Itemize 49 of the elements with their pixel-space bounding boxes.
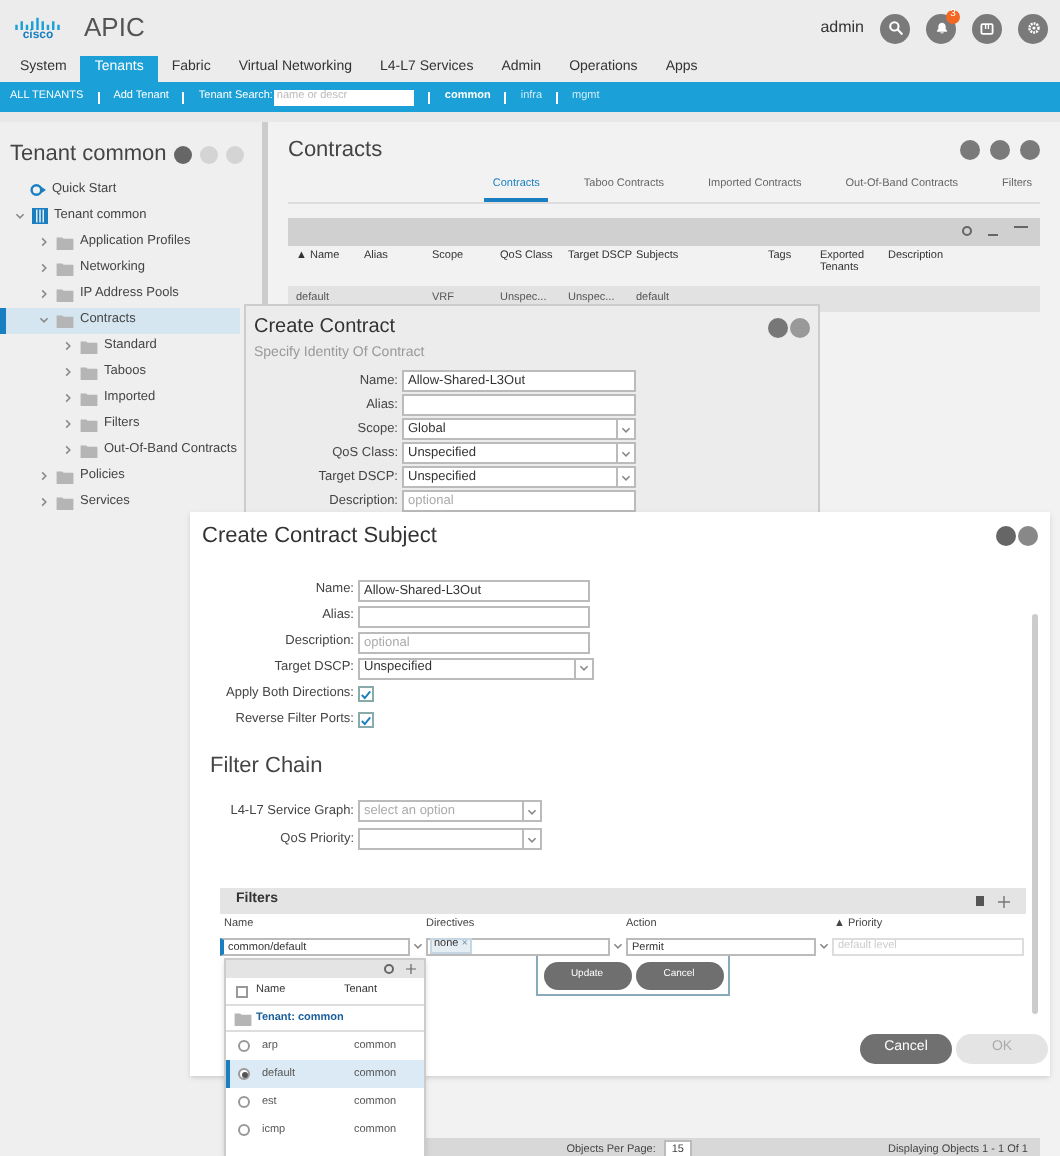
checkbox[interactable]: [358, 686, 374, 702]
folder-icon: [234, 1011, 252, 1025]
dialog-title: Create Contract: [254, 314, 398, 342]
section-title: Filter Chain: [210, 751, 325, 781]
page-title: Contracts: [288, 136, 385, 166]
text-field[interactable]: [358, 605, 590, 627]
chevron-down-icon: [38, 314, 50, 326]
search-icon: [887, 20, 903, 36]
settings-button[interactable]: [1018, 13, 1048, 43]
dialog-title: Create Contract Subject: [202, 522, 439, 552]
chevron-right-icon: [38, 262, 50, 274]
chevron-right-icon: [62, 392, 74, 404]
chevron-right-icon: [62, 418, 74, 430]
chevron-right-icon: [38, 288, 50, 300]
chevron-down-icon: [14, 210, 26, 222]
search-button[interactable]: [880, 13, 910, 43]
chevron-right-icon: [62, 366, 74, 378]
radio-button[interactable]: [238, 1040, 250, 1052]
chevron-down-icon: [411, 940, 423, 952]
sidebar-title: Tenant common: [10, 140, 167, 170]
chevron-down-icon: [578, 662, 590, 674]
select-all-checkbox[interactable]: [236, 985, 248, 997]
bell-icon: [933, 20, 949, 36]
app-title: APIC: [84, 10, 145, 47]
notification-button[interactable]: [926, 13, 956, 43]
settings-icon: [1025, 20, 1041, 36]
user-name: admin: [820, 16, 864, 40]
add-icon[interactable]: [998, 895, 1010, 907]
add-icon[interactable]: [406, 964, 416, 974]
chevron-down-icon: [612, 940, 624, 952]
chevron-right-icon: [38, 236, 50, 248]
chevron-right-icon: [62, 444, 74, 456]
chevron-right-icon: [38, 496, 50, 508]
checkbox[interactable]: [358, 712, 374, 728]
logo-bars-icon: [12, 15, 64, 29]
chevron-down-icon: [526, 805, 538, 817]
chevron-down-icon: [526, 833, 538, 845]
radio-button[interactable]: [238, 1068, 250, 1080]
select-field[interactable]: [358, 828, 542, 850]
system-button[interactable]: [972, 13, 1002, 43]
chevron-right-icon: [62, 340, 74, 352]
radio-button[interactable]: [238, 1124, 250, 1136]
monitor-icon: [980, 21, 994, 35]
text-field[interactable]: [402, 394, 636, 416]
radio-button[interactable]: [238, 1096, 250, 1108]
chevron-right-icon: [38, 470, 50, 482]
start-icon: [30, 182, 46, 198]
chevron-down-icon: [818, 940, 830, 952]
tenant-icon: [32, 208, 48, 224]
